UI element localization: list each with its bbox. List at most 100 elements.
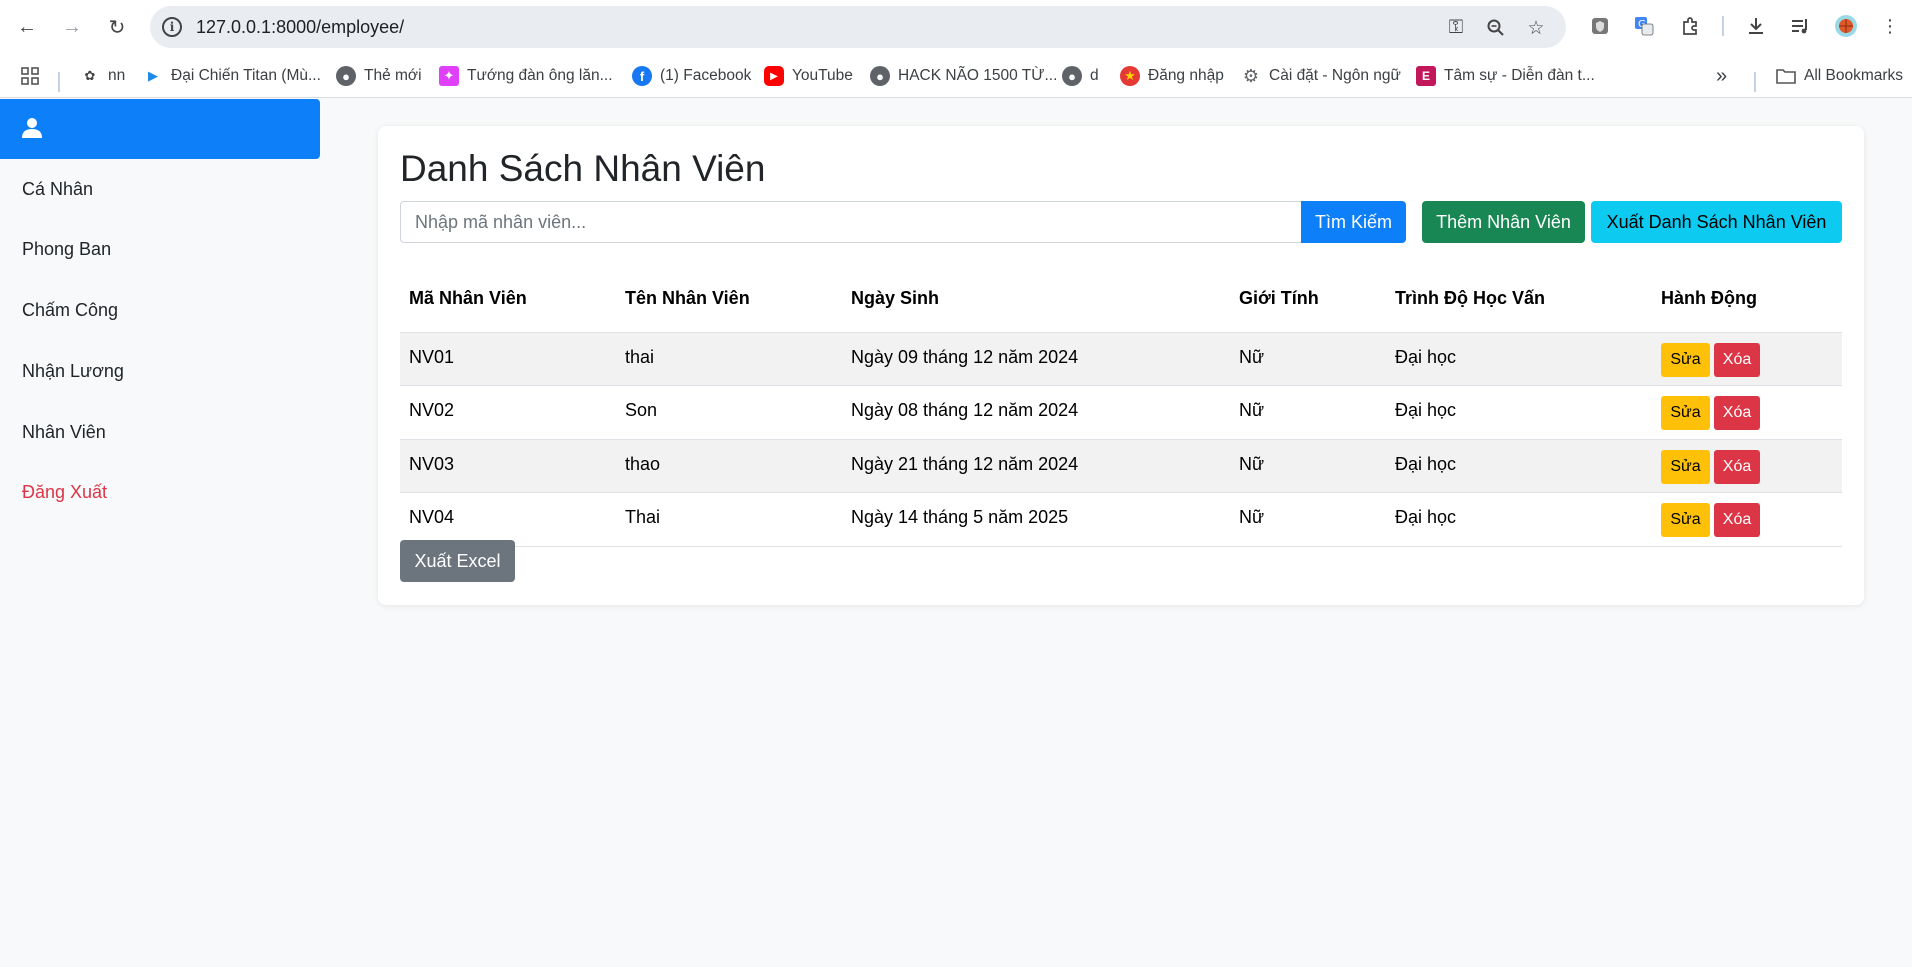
menu-kebab-icon[interactable]: ⋮ (1876, 12, 1904, 40)
column-header: Ngày Sinh (842, 266, 1230, 333)
employee-gender-cell: Nữ (1230, 492, 1386, 547)
play-icon: ▶ (148, 68, 158, 83)
bookmark-item[interactable]: ✦ Tướng đàn ông lăn... (439, 62, 613, 90)
apps-grid-icon[interactable] (20, 62, 40, 90)
sidebar-item-dang-xuat[interactable]: Đăng Xuất (22, 482, 107, 503)
employee-education-cell: Đại học (1386, 332, 1652, 386)
employee-education-cell: Đại học (1386, 492, 1652, 547)
actions-cell: Sửa Xóa (1652, 332, 1842, 386)
site-info-icon[interactable]: i (162, 17, 182, 37)
bookmarks-separator (1754, 72, 1756, 92)
edit-button[interactable]: Sửa (1661, 396, 1710, 430)
delete-button[interactable]: Xóa (1714, 396, 1760, 430)
employee-id-cell: NV03 (400, 439, 616, 493)
bookmark-label: nn (108, 67, 126, 84)
address-bar[interactable]: i 127.0.0.1:8000/employee/ ⚿ ☆ (150, 6, 1566, 48)
bookmark-item[interactable]: ✿ nn (80, 62, 126, 90)
column-header: Hành Động (1652, 266, 1842, 333)
back-icon[interactable]: ← (12, 12, 42, 42)
edit-button[interactable]: Sửa (1661, 342, 1710, 377)
bookmark-item[interactable]: ★ Đăng nhập (1120, 62, 1224, 90)
bookmarks-separator (58, 72, 60, 92)
export-employee-list-button[interactable]: Xuất Danh Sách Nhân Viên (1591, 201, 1842, 243)
export-excel-button[interactable]: Xuất Excel (400, 540, 515, 582)
employee-id-cell: NV02 (400, 385, 616, 440)
bookmark-item[interactable]: ▶ YouTube (764, 62, 853, 90)
sidebar-item-ca-nhan[interactable]: Cá Nhân (22, 179, 93, 200)
bookmark-star-icon[interactable]: ☆ (1524, 16, 1548, 40)
search-button[interactable]: Tìm Kiếm (1301, 201, 1406, 243)
bookmark-item[interactable]: ● Thẻ mới (336, 62, 422, 90)
sidebar-item-phong-ban[interactable]: Phong Ban (22, 239, 111, 260)
more-bookmarks-icon[interactable]: » (1716, 62, 1727, 90)
bookmark-item[interactable]: ⚙ Cài đặt - Ngôn ngữ (1241, 62, 1401, 90)
bookmark-item[interactable]: f (1) Facebook (632, 62, 751, 90)
employee-gender-cell: Nữ (1230, 439, 1386, 493)
actions-cell: Sửa Xóa (1652, 385, 1842, 440)
edit-button[interactable]: Sửa (1661, 449, 1710, 484)
employee-dob-cell: Ngày 08 tháng 12 năm 2024 (842, 385, 1230, 440)
table-header-row: Mã Nhân Viên Tên Nhân Viên Ngày Sinh Giớ… (400, 266, 1842, 333)
bookmark-label: Đăng nhập (1148, 67, 1224, 84)
media-playlist-icon[interactable] (1786, 12, 1814, 40)
bookmark-label: HACK NÃO 1500 TỪ... (898, 67, 1058, 84)
sidebar-item-nhan-luong[interactable]: Nhận Lương (22, 361, 124, 382)
sidebar: Cá Nhân Phong Ban Chấm Công Nhận Lương N… (0, 98, 320, 967)
bookmark-label: Thẻ mới (364, 67, 422, 84)
sidebar-item-cham-cong[interactable]: Chấm Công (22, 300, 118, 321)
bookmark-label: YouTube (792, 67, 853, 84)
user-icon (22, 118, 42, 138)
employee-name-cell: Son (616, 385, 842, 440)
bookmark-label: (1) Facebook (660, 67, 752, 84)
search-input[interactable] (400, 201, 1302, 243)
sidebar-item-nhan-vien[interactable]: Nhân Viên (22, 422, 106, 443)
forum-icon: E (1416, 66, 1436, 86)
actions-cell: Sửa Xóa (1652, 439, 1842, 493)
employee-gender-cell: Nữ (1230, 385, 1386, 440)
table-row: NV01 thai Ngày 09 tháng 12 năm 2024 Nữ Đ… (400, 332, 1842, 386)
profile-avatar-icon[interactable] (1832, 12, 1860, 40)
bookmark-item[interactable]: E Tâm sự - Diễn đàn t... (1416, 62, 1595, 90)
employee-name-cell: Thai (616, 492, 842, 547)
extensions-puzzle-icon[interactable] (1676, 12, 1704, 40)
column-header: Giới Tính (1230, 266, 1386, 333)
sidebar-header (0, 99, 320, 159)
edit-button[interactable]: Sửa (1661, 503, 1710, 537)
bookmark-item[interactable]: ● d (1062, 62, 1099, 90)
youtube-icon: ▶ (764, 66, 784, 86)
employee-dob-cell: Ngày 09 tháng 12 năm 2024 (842, 332, 1230, 386)
globe-icon: ● (1062, 66, 1082, 86)
zoom-icon[interactable] (1484, 16, 1508, 40)
employee-id-cell: NV04 (400, 492, 616, 547)
bookmark-item[interactable]: ▶ Đại Chiến Titan (Mù... (143, 62, 321, 90)
delete-button[interactable]: Xóa (1714, 503, 1760, 537)
emblem-icon: ★ (1120, 66, 1140, 86)
download-icon[interactable] (1742, 12, 1770, 40)
all-bookmarks-folder[interactable]: All Bookmarks (1776, 62, 1903, 90)
extension-shield-icon[interactable] (1586, 12, 1614, 40)
employee-education-cell: Đại học (1386, 439, 1652, 493)
employee-name-cell: thao (616, 439, 842, 493)
delete-button[interactable]: Xóa (1714, 342, 1760, 377)
page-title: Danh Sách Nhân Viên (400, 148, 766, 189)
globe-icon: ● (870, 66, 890, 86)
password-key-icon[interactable]: ⚿ (1444, 16, 1468, 40)
bookmark-item[interactable]: ● HACK NÃO 1500 TỪ... (870, 62, 1057, 90)
bookmark-label: Tâm sự - Diễn đàn t... (1444, 67, 1595, 84)
forward-icon[interactable]: → (57, 12, 87, 42)
employee-id-cell: NV01 (400, 332, 616, 386)
employee-table: Mã Nhân Viên Tên Nhân Viên Ngày Sinh Giớ… (400, 266, 1842, 547)
image-icon: ✦ (439, 66, 459, 86)
employee-gender-cell: Nữ (1230, 332, 1386, 386)
address-url[interactable]: 127.0.0.1:8000/employee/ (196, 17, 404, 38)
globe-icon: ● (336, 66, 356, 86)
translate-icon[interactable]: G (1630, 12, 1658, 40)
delete-button[interactable]: Xóa (1714, 449, 1760, 484)
folder-icon (1776, 66, 1796, 86)
employee-dob-cell: Ngày 21 tháng 12 năm 2024 (842, 439, 1230, 493)
add-employee-button[interactable]: Thêm Nhân Viên (1422, 201, 1585, 243)
column-header: Trình Độ Học Vấn (1386, 266, 1652, 333)
bookmark-icon: ✿ (84, 68, 96, 83)
reload-icon[interactable]: ↻ (102, 12, 132, 42)
table-row: NV03 thao Ngày 21 tháng 12 năm 2024 Nữ Đ… (400, 439, 1842, 493)
